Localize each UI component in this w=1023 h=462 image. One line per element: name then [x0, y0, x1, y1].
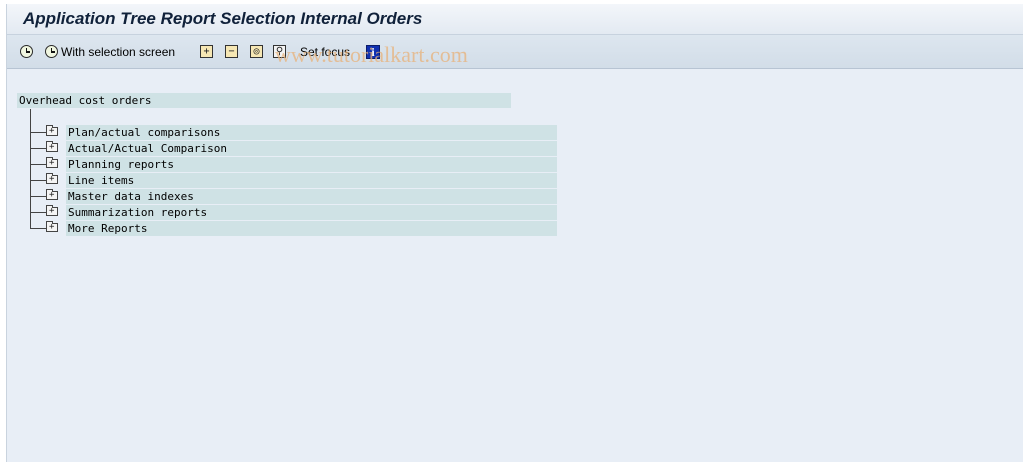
folder-icon[interactable]: + — [46, 157, 58, 168]
tree-branch-line — [30, 228, 46, 229]
folder-icon[interactable]: + — [46, 221, 58, 232]
page-title: Application Tree Report Selection Intern… — [23, 9, 423, 28]
tree-branch-line — [30, 132, 46, 133]
tree-node-label[interactable]: Plan/actual comparisons — [66, 125, 557, 140]
tree-node-planning-reports[interactable]: + Planning reports — [30, 157, 560, 172]
tree-root-node[interactable]: Overhead cost orders — [17, 93, 511, 108]
tree-branch-line — [30, 196, 46, 197]
clock-selection-icon — [45, 45, 58, 58]
tree-node-actual-actual[interactable]: + Actual/Actual Comparison — [30, 141, 560, 156]
find-icon: ◎ — [250, 45, 263, 58]
application-toolbar: With selection screen + − ◎ ⚲ Set focus … — [7, 35, 1023, 69]
tree-node-summarization[interactable]: + Summarization reports — [30, 205, 560, 220]
tree-branch-line — [30, 212, 46, 213]
folder-icon[interactable]: + — [46, 125, 58, 136]
main-window: Application Tree Report Selection Intern… — [6, 4, 1023, 462]
title-bar: Application Tree Report Selection Intern… — [7, 4, 1023, 35]
folder-icon[interactable]: + — [46, 173, 58, 184]
tree-node-label[interactable]: Line items — [66, 173, 557, 188]
folder-icon[interactable]: + — [46, 189, 58, 200]
tree-node-label[interactable]: Planning reports — [66, 157, 557, 172]
tree-node-more-reports[interactable]: + More Reports — [30, 221, 560, 236]
folder-icon[interactable]: + — [46, 205, 58, 216]
tree-node-plan-actual[interactable]: + Plan/actual comparisons — [30, 125, 560, 140]
collapse-subtree-icon: − — [225, 45, 238, 58]
tree-node-master-data[interactable]: + Master data indexes — [30, 189, 560, 204]
with-selection-screen-label: With selection screen — [61, 44, 176, 59]
folder-icon[interactable]: + — [46, 141, 58, 152]
execute-button[interactable] — [20, 43, 33, 60]
collapse-subtree-button[interactable]: − — [225, 43, 238, 60]
tree-node-label[interactable]: Actual/Actual Comparison — [66, 141, 557, 156]
tree-node-label[interactable]: More Reports — [66, 221, 557, 236]
expand-subtree-button[interactable]: + — [200, 43, 213, 60]
tree-node-line-items[interactable]: + Line items — [30, 173, 560, 188]
tree-node-label[interactable]: Summarization reports — [66, 205, 557, 220]
watermark: www.tutorialkart.com — [275, 42, 468, 67]
tree-branch-line — [30, 164, 46, 165]
tree-node-label[interactable]: Master data indexes — [66, 189, 557, 204]
expand-subtree-icon: + — [200, 45, 213, 58]
find-button[interactable]: ◎ — [250, 43, 263, 60]
clock-execute-icon — [20, 45, 33, 58]
with-selection-screen-button[interactable]: With selection screen — [45, 43, 175, 60]
tree-branch-line — [30, 180, 46, 181]
tree-branch-line — [30, 148, 46, 149]
